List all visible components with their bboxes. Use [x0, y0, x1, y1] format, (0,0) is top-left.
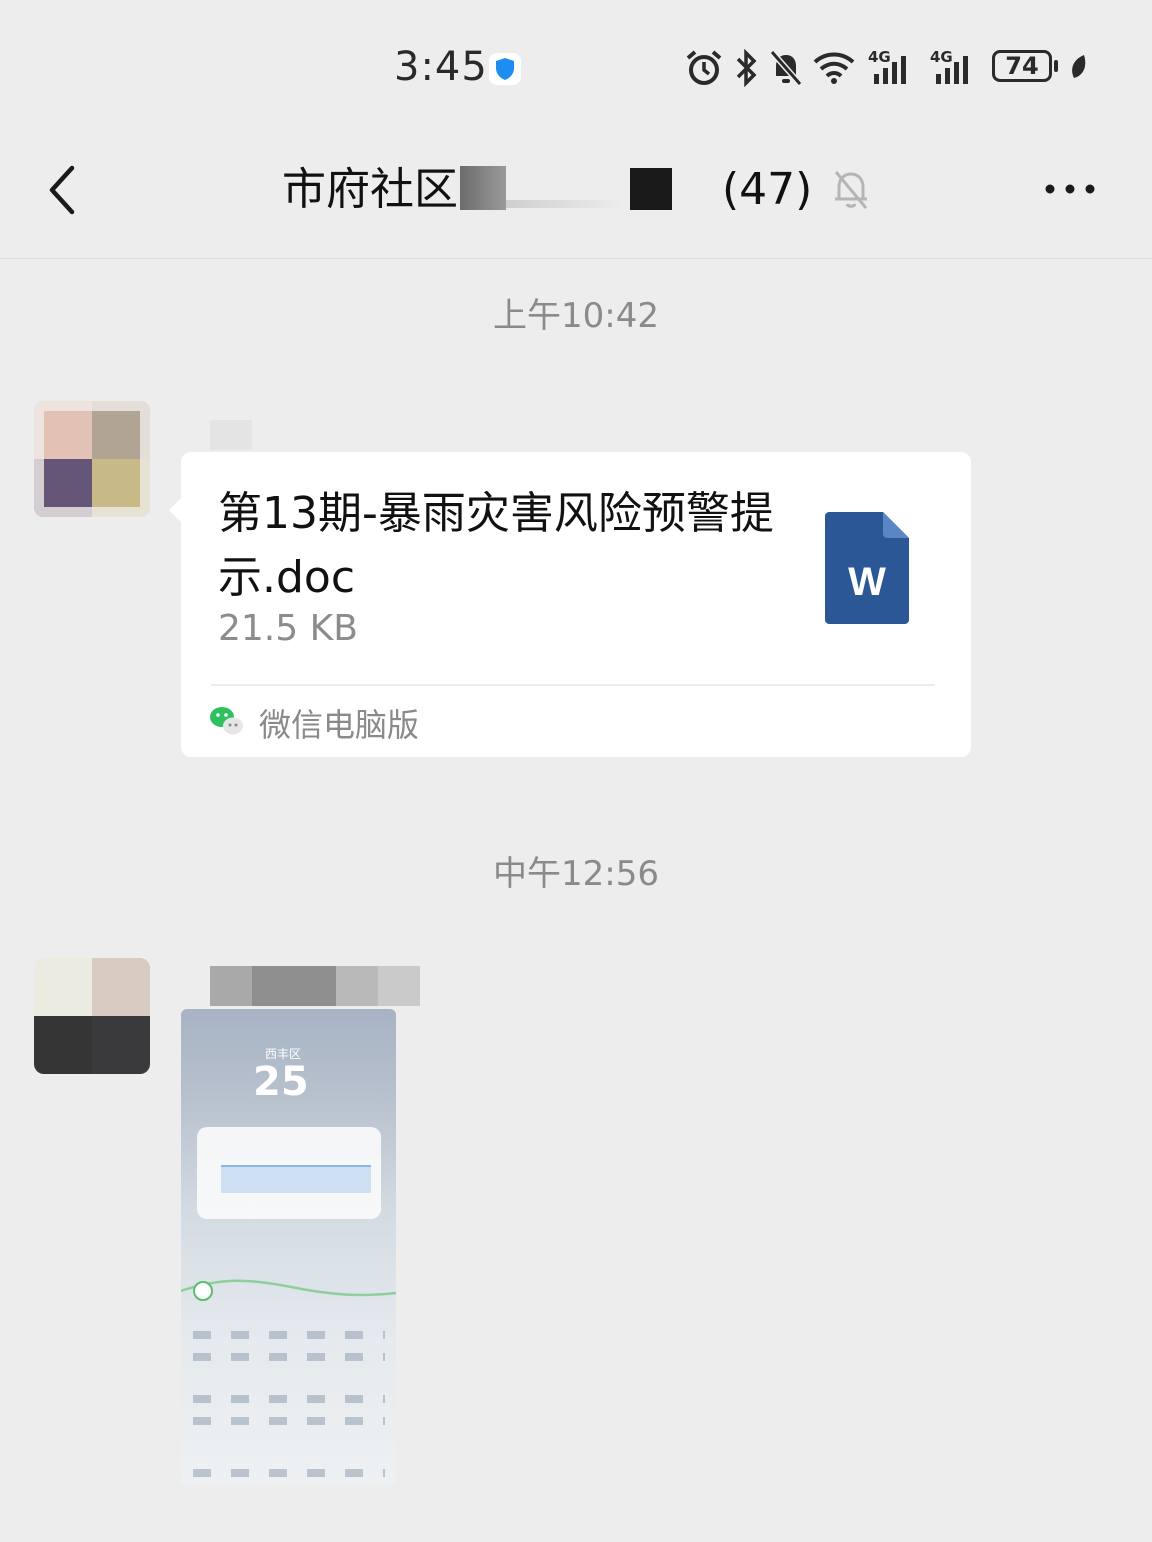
muted-bell-icon: [830, 166, 872, 212]
battery-indicator: 74: [992, 50, 1052, 82]
status-time: 3:45: [394, 44, 488, 90]
message-timestamp: 上午10:42: [493, 296, 659, 336]
member-count: (47): [722, 164, 813, 215]
thumbnail-forecast-row: [193, 1331, 385, 1339]
mute-bell-icon: [769, 50, 803, 86]
alarm-icon: [686, 50, 722, 85]
redacted-title-block: [630, 168, 672, 210]
more-options-button[interactable]: [1040, 174, 1100, 204]
more-dots-icon: [1045, 184, 1095, 194]
thumbnail-forecast-row: [193, 1395, 385, 1403]
redacted-title-block: [460, 166, 506, 210]
avatar[interactable]: [34, 401, 150, 517]
chevron-left-icon: [49, 165, 75, 215]
redacted-sender-name: [210, 420, 252, 450]
leaf-icon: [1072, 55, 1086, 78]
wifi-icon: [813, 52, 855, 84]
thumbnail-temperature: 25: [253, 1059, 309, 1105]
source-label: 微信电脑版: [259, 706, 420, 744]
file-message-card[interactable]: 第13期-暴雨灾害风险预警提示.doc 21.5 KB W 微信电脑版: [169, 452, 971, 757]
avatar[interactable]: [34, 958, 150, 1074]
redacted-sender-name: [210, 966, 420, 1006]
file-name: 第13期-暴雨灾害风险预警提示.doc: [218, 488, 774, 603]
signal-icon-2: [936, 56, 968, 84]
chat-title[interactable]: 市府社区: [282, 160, 458, 220]
bluetooth-icon: [736, 48, 757, 88]
status-bar: 3:45 4G 4G 74: [0, 0, 1152, 130]
bubble-tail: [169, 498, 181, 522]
thumbnail-nav-row: [193, 1469, 385, 1477]
message-timestamp: 中午12:56: [493, 854, 659, 894]
thumbnail-chart-bar: [221, 1165, 371, 1193]
battery-tip: [1054, 60, 1058, 72]
file-size: 21.5 KB: [218, 608, 358, 649]
word-doc-icon: W: [825, 512, 909, 624]
redacted-title-fade: [506, 200, 626, 208]
status-icons: 4G 4G 74: [684, 46, 1104, 90]
wechat-icon: [209, 704, 245, 738]
signal-icon-1: [874, 56, 906, 84]
thumbnail-forecast-row: [193, 1353, 385, 1361]
chat-header: 市府社区 (47): [0, 130, 1152, 259]
word-icon-letter: W: [848, 560, 886, 604]
back-button[interactable]: [40, 158, 96, 222]
image-message-thumbnail[interactable]: 西丰区 25: [181, 1009, 396, 1485]
card-divider: [211, 684, 935, 686]
thumbnail-forecast-curve: [181, 1279, 396, 1301]
security-shield-icon: [489, 53, 521, 85]
thumbnail-forecast-row: [193, 1417, 385, 1425]
thumbnail-chart-card: [197, 1127, 381, 1219]
